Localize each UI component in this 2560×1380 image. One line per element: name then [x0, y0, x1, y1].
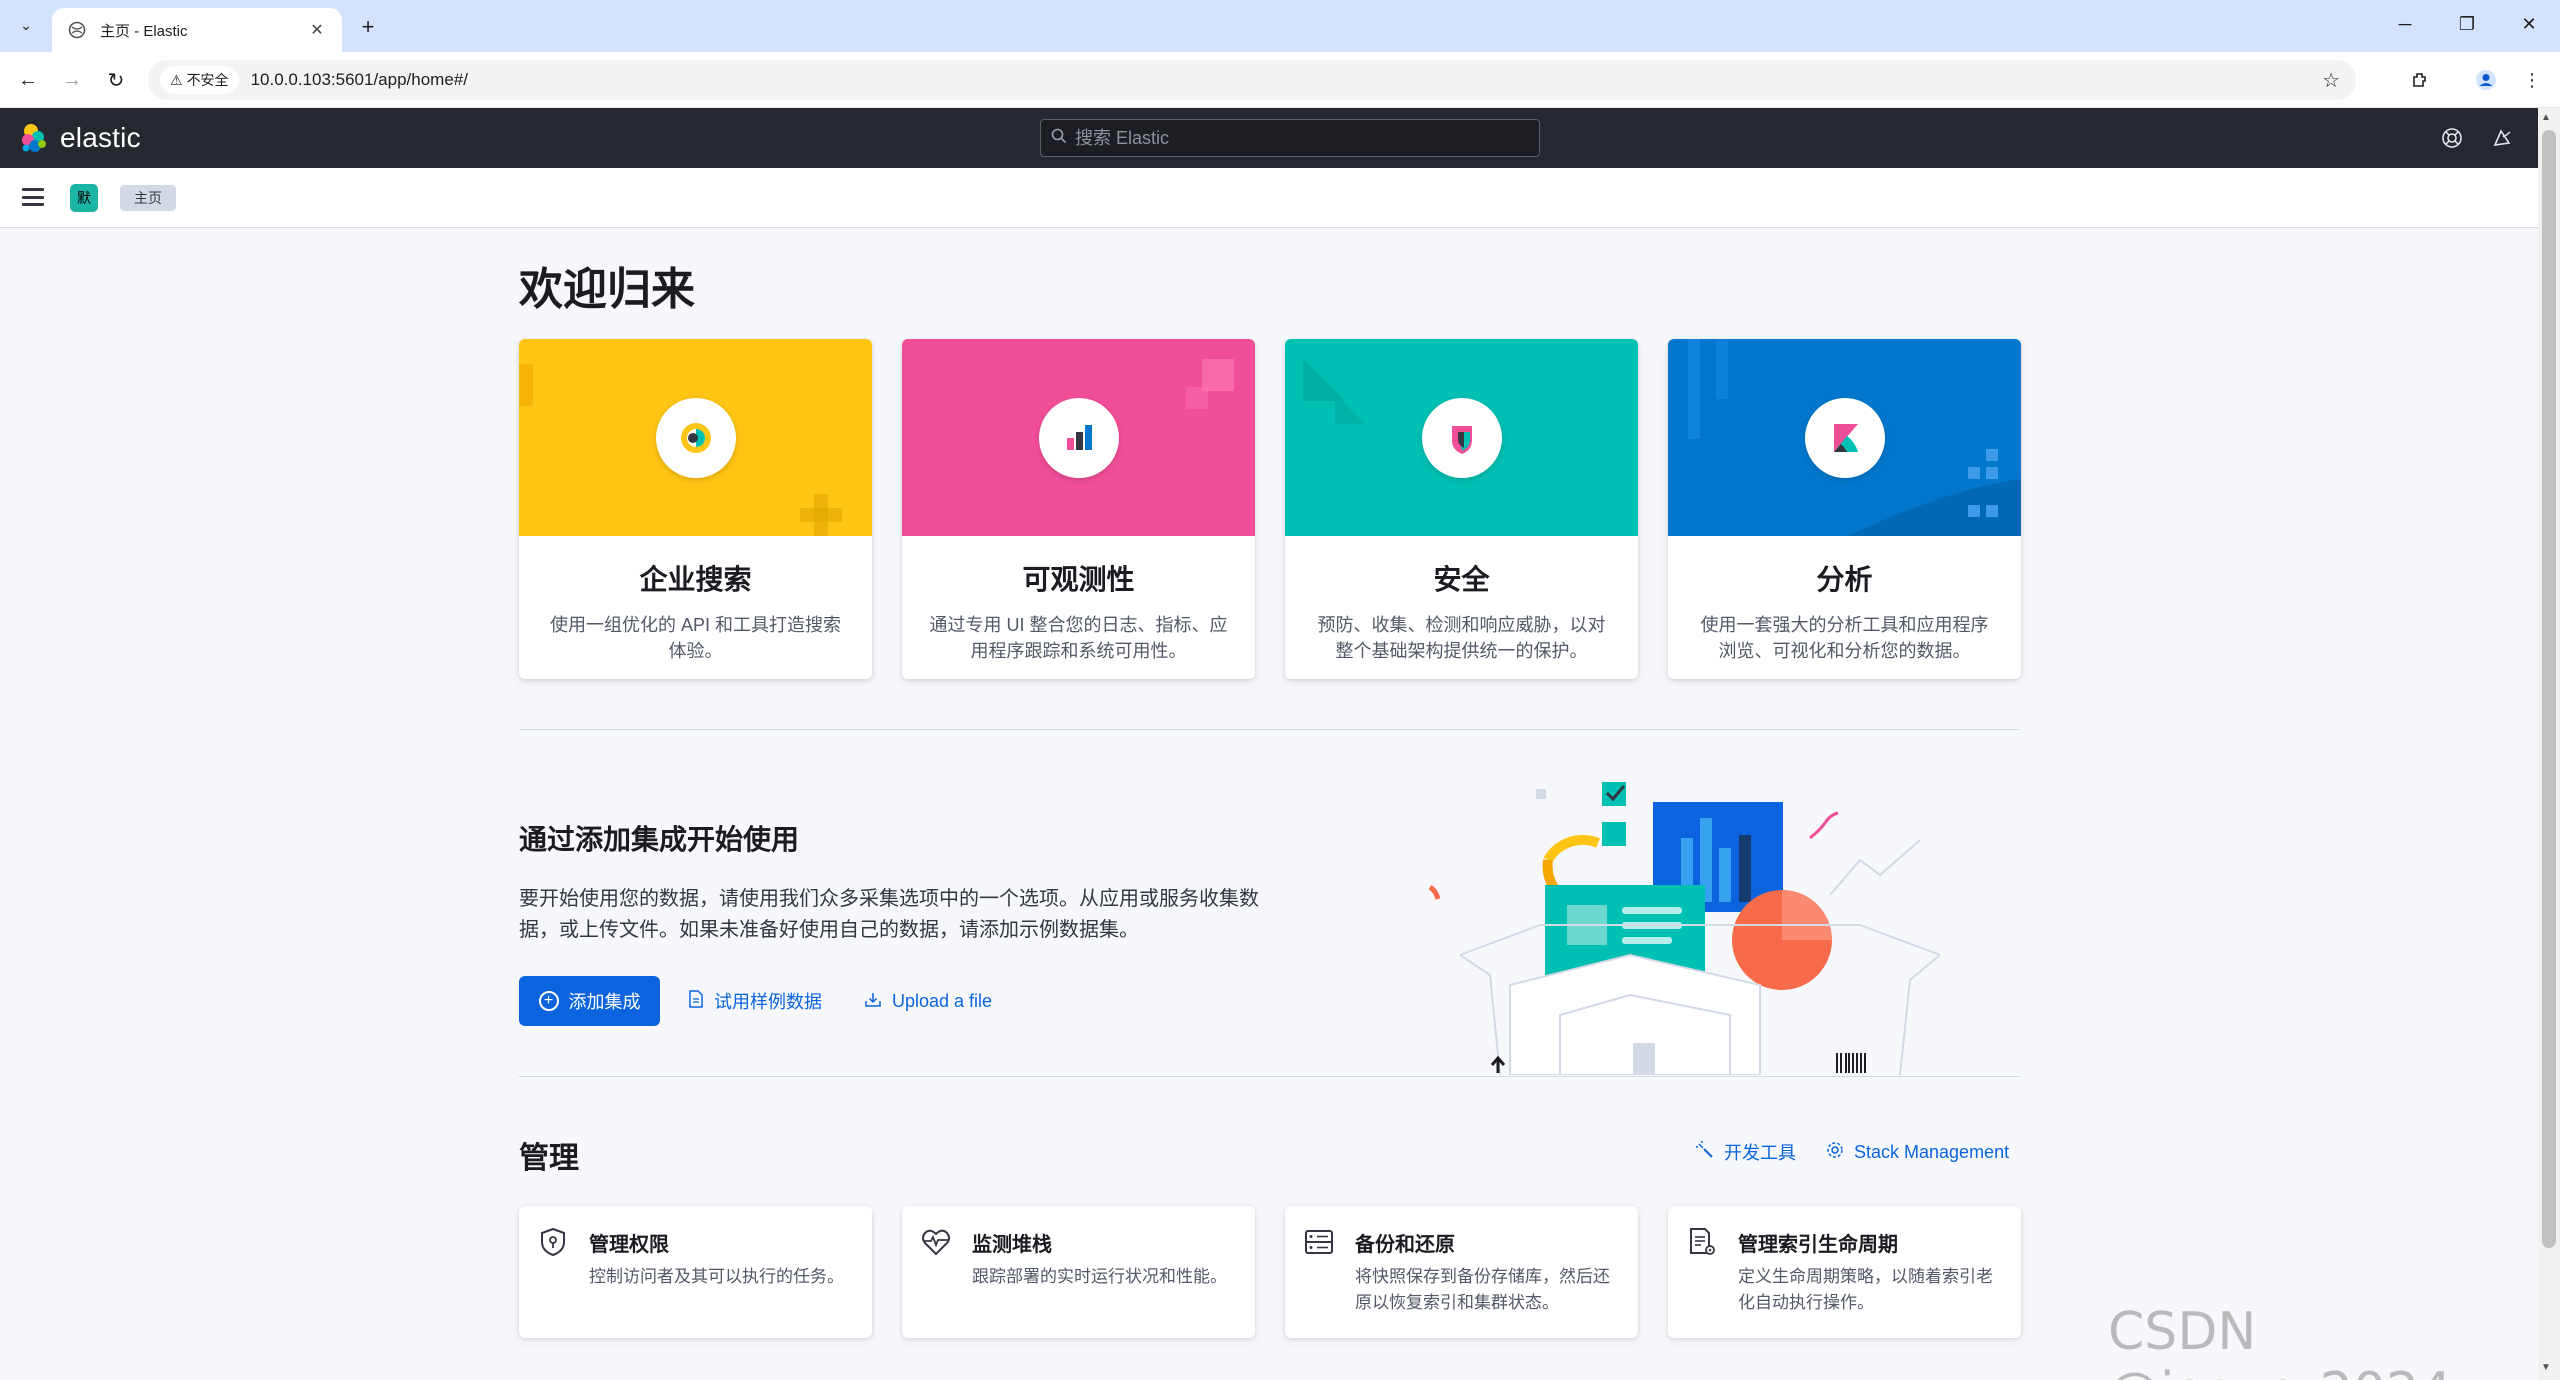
security-icon	[1422, 398, 1502, 478]
space-avatar[interactable]: 默	[70, 184, 98, 212]
logo-text: elastic	[60, 122, 141, 153]
wrench-icon	[1693, 1137, 1714, 1164]
kibana-icon	[1805, 398, 1885, 478]
watermark: CSDN @jasper2024	[2108, 1302, 2452, 1380]
mgmt-card-snapshot-restore[interactable]: 备份和还原 将快照保存到备份存储库，然后还原以恢复索引和集群状态。	[1285, 1206, 1638, 1338]
card-description: 将快照保存到备份存储库，然后还原以恢复索引和集群状态。	[1355, 1267, 1610, 1312]
solution-card-analytics[interactable]: 分析 使用一套强大的分析工具和应用程序浏览、可视化和分析您的数据。	[1668, 339, 2021, 679]
global-search[interactable]	[1040, 119, 1540, 157]
solution-banner	[519, 339, 872, 536]
mgmt-card-permissions[interactable]: 管理权限 控制访问者及其可以执行的任务。	[519, 1206, 872, 1338]
tab-search-button[interactable]: ⌄	[10, 10, 42, 40]
browser-toolbar: ← → ↻ ⚠ 不安全 10.0.0.103:5601/app/home#/ ☆…	[0, 52, 2560, 108]
security-label: 不安全	[186, 72, 229, 88]
new-tab-button[interactable]: +	[352, 12, 384, 42]
tab-title: 主页 - Elastic	[100, 22, 188, 40]
minimize-button[interactable]: ─	[2374, 0, 2436, 48]
management-title: 管理	[519, 1142, 579, 1175]
solution-banner	[1285, 339, 1638, 536]
warning-icon: ⚠	[170, 71, 183, 88]
solution-description: 通过专用 UI 整合您的日志、指标、应用程序跟踪和系统可用性。	[929, 615, 1228, 661]
card-description: 控制访问者及其可以执行的任务。	[589, 1267, 844, 1286]
card-title: 管理索引生命周期	[1738, 1234, 1898, 1256]
bookmark-star-icon[interactable]: ☆	[2322, 68, 2340, 93]
dev-tools-link[interactable]: 开发工具	[1693, 1137, 1796, 1166]
storage-icon	[1303, 1226, 1335, 1258]
elastic-logo-icon	[18, 122, 50, 154]
window-controls: ─ ❐ ✕	[2374, 0, 2560, 52]
search-input[interactable]	[1075, 127, 1515, 149]
favicon-icon	[66, 19, 88, 41]
elastic-logo[interactable]: elastic	[18, 122, 141, 154]
section-divider	[519, 729, 2019, 730]
search-icon	[1051, 128, 1067, 148]
card-description: 跟踪部署的实时运行状况和性能。	[972, 1267, 1227, 1286]
solution-banner	[1668, 339, 2021, 536]
integrations-illustration	[1428, 782, 1940, 1075]
enterprise-search-icon	[656, 398, 736, 478]
scrollbar-thumb[interactable]	[2542, 130, 2556, 1248]
browser-menu-icon[interactable]: ⋮	[2516, 64, 2548, 96]
getting-started-description: 要开始使用您的数据，请使用我们众多采集选项中的一个选项。从应用或服务收集数据，或…	[519, 888, 1259, 941]
sample-data-button[interactable]: 试用样例数据	[688, 985, 822, 1017]
solution-card-observability[interactable]: 可观测性 通过专用 UI 整合您的日志、指标、应用程序跟踪和系统可用性。	[902, 339, 1255, 679]
back-button[interactable]: ←	[12, 64, 44, 96]
menu-toggle-icon[interactable]	[22, 188, 44, 206]
gear-icon	[1826, 1141, 1844, 1164]
forward-button[interactable]: →	[56, 64, 88, 96]
reload-button[interactable]: ↻	[100, 64, 132, 96]
add-integrations-button[interactable]: + 添加集成	[519, 976, 660, 1026]
solution-title: 企业搜索	[639, 564, 752, 595]
solution-title: 安全	[1433, 564, 1490, 595]
kibana-subheader: 默 主页	[0, 168, 2538, 228]
dev-tools-label: 开发工具	[1724, 1143, 1796, 1163]
card-title: 监测堆栈	[972, 1234, 1052, 1256]
mgmt-card-index-lifecycle[interactable]: 管理索引生命周期 定义生命周期策略，以随着索引老化自动执行操作。	[1668, 1206, 2021, 1338]
breadcrumb: 主页	[120, 185, 176, 211]
url-text[interactable]: 10.0.0.103:5601/app/home#/	[251, 70, 468, 90]
section-divider	[519, 1076, 2019, 1077]
card-title: 备份和还原	[1355, 1234, 1455, 1256]
add-integrations-label: 添加集成	[568, 992, 641, 1012]
security-chip[interactable]: ⚠ 不安全	[160, 66, 239, 94]
solution-description: 使用一套强大的分析工具和应用程序浏览、可视化和分析您的数据。	[1700, 615, 1989, 661]
profile-avatar-icon[interactable]	[2470, 64, 2502, 96]
solution-card-enterprise-search[interactable]: 企业搜索 使用一组优化的 API 和工具打造搜索体验。	[519, 339, 872, 679]
address-bar[interactable]: ⚠ 不安全 10.0.0.103:5601/app/home#/ ☆	[148, 60, 2356, 100]
extensions-icon[interactable]	[2404, 64, 2436, 96]
upload-file-button[interactable]: Upload a file	[864, 985, 992, 1017]
shield-icon	[537, 1226, 569, 1258]
solution-card-security[interactable]: 安全 预防、收集、检测和响应威胁，以对整个基础架构提供统一的保护。	[1285, 339, 1638, 679]
heartbeat-icon	[920, 1226, 952, 1258]
news-feed-icon[interactable]	[2488, 124, 2516, 152]
kibana-header: elastic	[0, 108, 2538, 168]
upload-icon	[864, 990, 882, 1013]
card-description: 定义生命周期策略，以随着索引老化自动执行操作。	[1738, 1267, 1993, 1312]
restore-button[interactable]: ❐	[2436, 0, 2498, 48]
close-window-button[interactable]: ✕	[2498, 0, 2560, 48]
sample-data-label: 试用样例数据	[714, 992, 822, 1012]
document-icon	[688, 989, 704, 1013]
solution-description: 使用一组优化的 API 和工具打造搜索体验。	[549, 615, 841, 661]
stack-management-link[interactable]: Stack Management	[1826, 1138, 2009, 1166]
solution-description: 预防、收集、检测和响应威胁，以对整个基础架构提供统一的保护。	[1317, 615, 1606, 661]
document-gear-icon	[1686, 1226, 1718, 1258]
solution-banner	[902, 339, 1255, 536]
observability-icon	[1039, 398, 1119, 478]
plus-in-circle-icon: +	[538, 991, 559, 1011]
chevron-down-icon: ⌄	[20, 16, 32, 33]
scroll-up-arrow-icon[interactable]: ▲	[2541, 112, 2551, 123]
stack-management-label: Stack Management	[1854, 1141, 2010, 1162]
help-icon[interactable]	[2438, 124, 2466, 152]
browser-tab-strip: ⌄ 主页 - Elastic ✕ + ─ ❐ ✕	[0, 0, 2560, 52]
card-title: 管理权限	[589, 1234, 669, 1256]
solution-title: 分析	[1816, 564, 1873, 595]
solution-title: 可观测性	[1022, 564, 1135, 595]
page-title: 欢迎归来	[519, 265, 695, 314]
mgmt-card-monitoring[interactable]: 监测堆栈 跟踪部署的实时运行状况和性能。	[902, 1206, 1255, 1338]
tab-close-icon[interactable]: ✕	[306, 20, 328, 40]
browser-tab-active[interactable]: 主页 - Elastic ✕	[52, 8, 342, 52]
upload-file-label: Upload a file	[892, 990, 993, 1011]
getting-started-title: 通过添加集成开始使用	[519, 824, 800, 855]
